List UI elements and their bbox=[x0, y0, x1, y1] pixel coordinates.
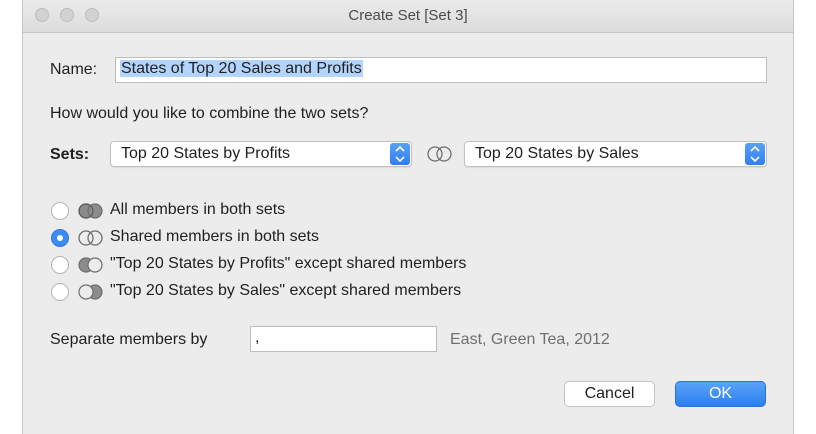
cancel-button[interactable]: Cancel bbox=[564, 381, 655, 407]
chevron-updown-icon bbox=[390, 143, 410, 165]
combine-question: How would you like to combine the two se… bbox=[50, 105, 369, 122]
window-title: Create Set [Set 3] bbox=[348, 7, 468, 24]
option-sales-except-shared[interactable]: "Top 20 States by Sales" except shared m… bbox=[51, 282, 771, 302]
option-shared-members[interactable]: Shared members in both sets bbox=[51, 228, 771, 248]
chevron-updown-icon bbox=[745, 143, 765, 165]
radio-button-selected[interactable] bbox=[51, 229, 69, 247]
option-label: All members in both sets bbox=[110, 201, 286, 218]
radio-button[interactable] bbox=[51, 256, 69, 274]
right-set-value: Top 20 States by Sales bbox=[475, 145, 639, 162]
ok-button[interactable]: OK bbox=[675, 381, 766, 407]
option-label: "Top 20 States by Sales" except shared m… bbox=[110, 282, 462, 299]
option-all-members[interactable]: All members in both sets bbox=[51, 201, 771, 221]
venn-right-except-icon bbox=[76, 283, 106, 306]
venn-intersection-icon bbox=[76, 229, 106, 252]
venn-union-icon bbox=[76, 202, 106, 225]
name-field[interactable]: States of Top 20 Sales and Profits bbox=[115, 57, 767, 83]
name-label: Name: bbox=[50, 61, 98, 78]
separator-field[interactable]: , bbox=[250, 326, 437, 352]
right-set-popup[interactable]: Top 20 States by Sales bbox=[464, 141, 767, 167]
radio-button[interactable] bbox=[51, 202, 69, 220]
option-profits-except-shared[interactable]: "Top 20 States by Profits" except shared… bbox=[51, 255, 771, 275]
title-bar: Create Set [Set 3] bbox=[23, 0, 793, 33]
name-field-value: States of Top 20 Sales and Profits bbox=[120, 60, 363, 77]
option-label: "Top 20 States by Profits" except shared… bbox=[110, 255, 467, 272]
option-label: Shared members in both sets bbox=[110, 228, 319, 245]
left-set-popup[interactable]: Top 20 States by Profits bbox=[110, 141, 412, 167]
create-set-dialog: Create Set [Set 3] Name: States of Top 2… bbox=[22, 0, 794, 434]
venn-left-except-icon bbox=[76, 256, 106, 279]
separator-field-value: , bbox=[255, 329, 260, 346]
venn-intersection-icon bbox=[425, 145, 455, 168]
radio-button[interactable] bbox=[51, 283, 69, 301]
separator-example: East, Green Tea, 2012 bbox=[450, 331, 610, 348]
left-set-value: Top 20 States by Profits bbox=[121, 145, 290, 162]
sets-label: Sets: bbox=[50, 146, 90, 163]
separator-label: Separate members by bbox=[50, 331, 208, 348]
